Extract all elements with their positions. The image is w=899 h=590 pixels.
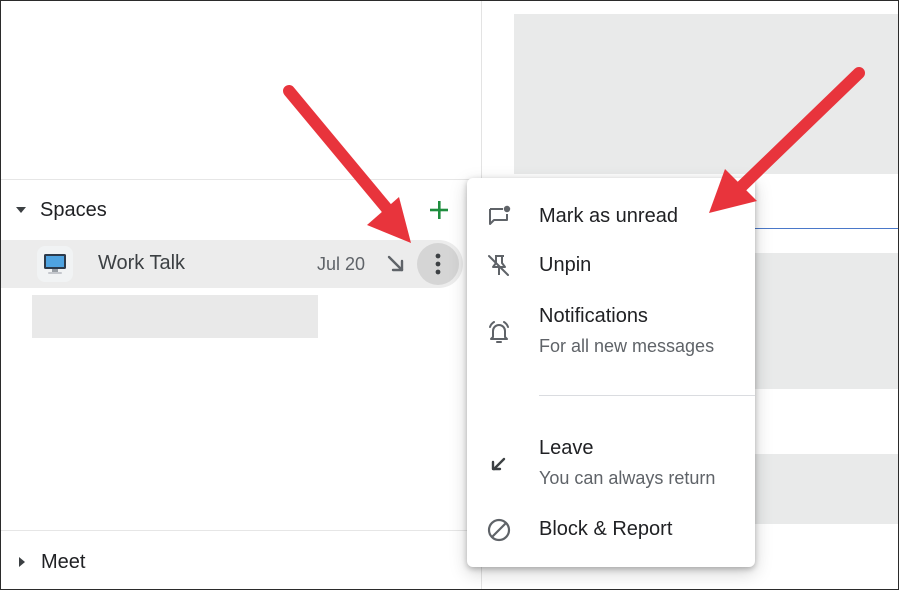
section-divider [1, 179, 482, 180]
menu-item-title: Notifications [539, 305, 648, 327]
caret-down-icon[interactable] [16, 207, 26, 213]
left-panel: Spaces Work Talk Jul 20 Meet [1, 1, 482, 589]
menu-item-title: Leave [539, 437, 594, 459]
menu-item-subtitle: For all new messages [539, 336, 715, 356]
menu-item-block-report[interactable]: Block & Report [467, 510, 755, 550]
caret-right-icon[interactable] [19, 557, 25, 567]
mark-unread-icon [489, 205, 511, 225]
menu-item-unpin[interactable]: Unpin [467, 246, 755, 286]
menu-item-title: Mark as unread [539, 205, 678, 227]
space-name: Work Talk [98, 252, 186, 274]
menu-item-mark-unread[interactable]: Mark as unread [467, 197, 755, 237]
menu-item-title: Unpin [539, 254, 592, 276]
meet-label: Meet [41, 550, 86, 573]
spaces-label: Spaces [40, 198, 107, 221]
focus-underline [753, 228, 898, 229]
redacted-item [32, 295, 318, 338]
more-options-button[interactable] [417, 243, 459, 285]
menu-item-subtitle: You can always return [539, 468, 716, 488]
notification-bell-icon [489, 321, 509, 343]
redacted-content-block [745, 253, 898, 389]
context-menu: Mark as unread Unpin Notifications For a… [467, 178, 755, 567]
pinned-arrow-icon [387, 255, 404, 272]
plus-icon [430, 201, 448, 219]
meet-header[interactable]: Meet [1, 542, 85, 582]
spaces-header[interactable]: Spaces [1, 190, 107, 230]
menu-item-notifications[interactable]: Notifications For all new messages [467, 298, 755, 358]
space-date: Jul 20 [317, 254, 366, 274]
section-divider [1, 530, 482, 531]
menu-item-title: Block & Report [539, 518, 673, 540]
menu-divider [539, 395, 755, 396]
redacted-content-block [745, 454, 898, 524]
more-vert-icon [435, 253, 441, 275]
menu-item-leave[interactable]: Leave You can always return [467, 430, 755, 490]
unpin-icon [488, 255, 509, 276]
app-window: Spaces Work Talk Jul 20 Meet Mark as unr… [0, 0, 899, 590]
block-icon [487, 518, 511, 542]
leave-arrow-icon [491, 457, 506, 471]
redacted-content-block [514, 14, 898, 174]
space-avatar [37, 246, 73, 282]
space-row-work-talk[interactable]: Work Talk Jul 20 [1, 240, 463, 288]
add-space-button[interactable] [425, 196, 453, 224]
computer-icon [44, 254, 66, 274]
